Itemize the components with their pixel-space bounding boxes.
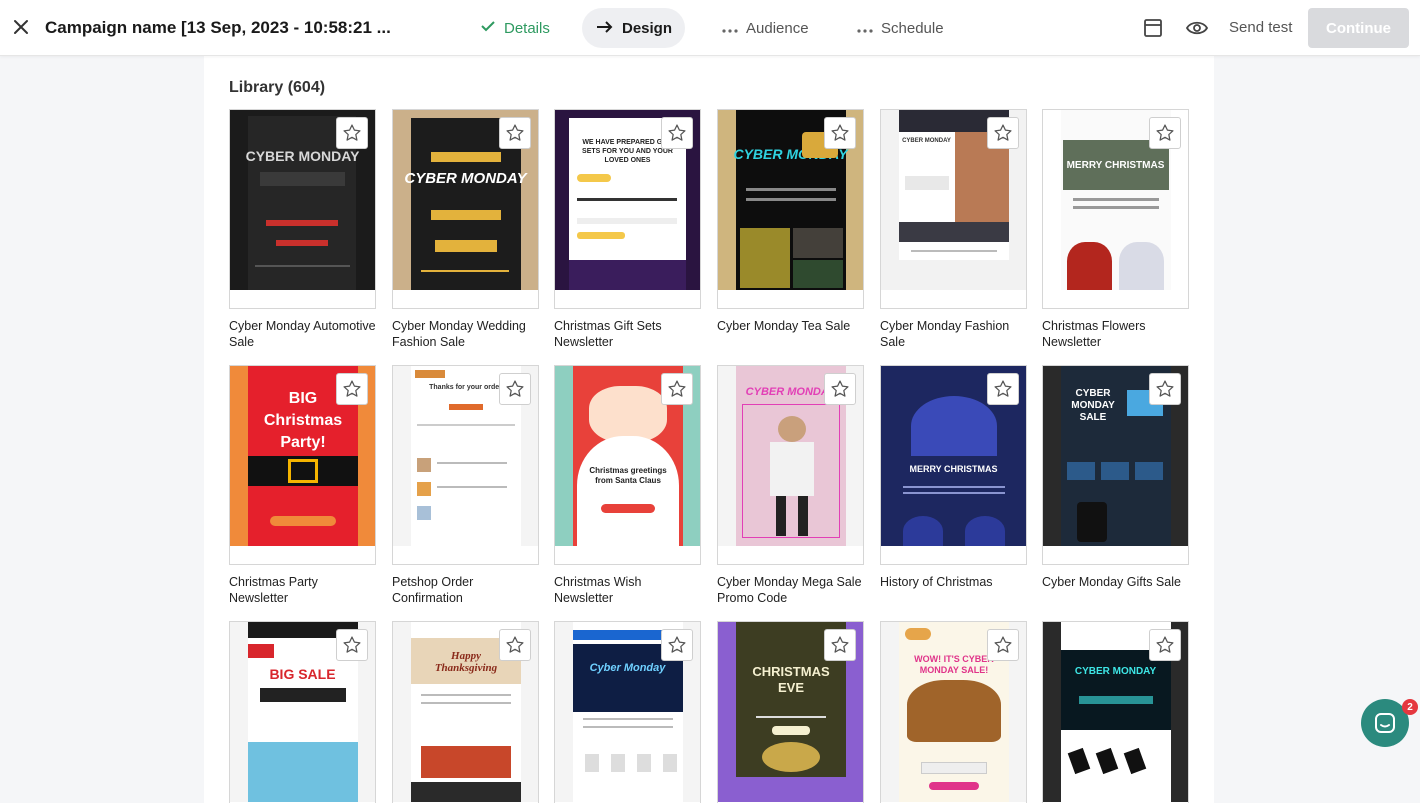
star-icon[interactable]: [336, 373, 368, 405]
star-icon[interactable]: [987, 629, 1019, 661]
star-icon[interactable]: [824, 373, 856, 405]
template-name[interactable]: Christmas Gift Sets Newsletter: [554, 318, 704, 350]
template-card[interactable]: CYBER MONDAY Cyber Monday Fashion Sale: [880, 109, 1027, 350]
template-card[interactable]: BIG Christmas Party! Christmas Party New…: [229, 365, 376, 606]
template-thumbnail[interactable]: CHRISTMAS EVE: [717, 621, 864, 803]
template-card[interactable]: CHRISTMAS EVE: [717, 621, 864, 803]
template-name[interactable]: Cyber Monday Fashion Sale: [880, 318, 1030, 350]
template-card[interactable]: Christmas greetings from Santa Claus Chr…: [554, 365, 701, 606]
star-icon[interactable]: [661, 629, 693, 661]
template-card[interactable]: Happy Thanksgiving: [392, 621, 539, 803]
template-card[interactable]: CYBER MONDAY Cyber Monday Tea Sale: [717, 109, 864, 334]
template-thumbnail[interactable]: Happy Thanksgiving: [392, 621, 539, 803]
continue-button[interactable]: Continue: [1308, 8, 1409, 48]
template-thumbnail[interactable]: BIG Christmas Party!: [229, 365, 376, 565]
preview-eye-icon[interactable]: [1186, 17, 1208, 39]
star-icon[interactable]: [499, 373, 531, 405]
template-name[interactable]: Christmas Flowers Newsletter: [1042, 318, 1192, 350]
template-thumbnail[interactable]: CYBER MONDAY: [229, 109, 376, 309]
template-card[interactable]: CYBER MONDAY Cyber Monday Automotive Sal…: [229, 109, 376, 350]
template-card[interactable]: BIG SALE: [229, 621, 376, 803]
template-card[interactable]: MERRY CHRISTMAS History of Christmas: [880, 365, 1027, 590]
more-dots-icon: [722, 20, 738, 37]
template-name[interactable]: Cyber Monday Wedding Fashion Sale: [392, 318, 542, 350]
template-name[interactable]: Christmas Party Newsletter: [229, 574, 379, 606]
template-library-panel: Library (604) CYBER MONDAY Cyber Monday …: [204, 56, 1214, 803]
star-icon[interactable]: [336, 117, 368, 149]
step-details[interactable]: Details: [466, 8, 564, 48]
template-name[interactable]: Christmas Wish Newsletter: [554, 574, 704, 606]
send-test-button[interactable]: Send test: [1229, 19, 1292, 36]
step-design-label: Design: [622, 19, 673, 37]
star-icon[interactable]: [1149, 117, 1181, 149]
step-design[interactable]: Design: [582, 8, 685, 48]
template-card[interactable]: CYBER MONDAY SALE Cyber Monday Gifts Sal…: [1042, 365, 1189, 590]
campaign-title[interactable]: Campaign name [13 Sep, 2023 - 10:58:21 .…: [45, 18, 391, 38]
template-card[interactable]: CYBER MONDAY Cyber Monday Mega Sale Prom…: [717, 365, 864, 606]
template-thumbnail[interactable]: CYBER MONDAY: [1042, 621, 1189, 803]
star-icon[interactable]: [1149, 629, 1181, 661]
template-thumbnail[interactable]: CYBER MONDAY: [392, 109, 539, 309]
star-icon[interactable]: [336, 629, 368, 661]
template-name[interactable]: Petshop Order Confirmation: [392, 574, 542, 606]
star-icon[interactable]: [499, 117, 531, 149]
template-name[interactable]: Cyber Monday Tea Sale: [717, 318, 867, 334]
template-name[interactable]: Cyber Monday Gifts Sale: [1042, 574, 1192, 590]
template-thumbnail[interactable]: MERRY CHRISTMAS: [880, 365, 1027, 565]
step-audience-label: Audience: [746, 19, 809, 37]
template-thumbnail[interactable]: CYBER MONDAY SALE: [1042, 365, 1189, 565]
step-audience[interactable]: Audience: [708, 8, 823, 48]
step-details-label: Details: [504, 19, 550, 37]
star-icon[interactable]: [824, 117, 856, 149]
template-thumbnail[interactable]: Christmas greetings from Santa Claus: [554, 365, 701, 565]
template-card[interactable]: Cyber Monday: [554, 621, 701, 803]
star-icon[interactable]: [987, 373, 1019, 405]
star-icon[interactable]: [499, 629, 531, 661]
template-card[interactable]: CYBER MONDAY Cyber Monday Wedding Fashio…: [392, 109, 539, 350]
template-name[interactable]: Cyber Monday Automotive Sale: [229, 318, 379, 350]
template-card[interactable]: MERRY CHRISTMAS Christmas Flowers Newsle…: [1042, 109, 1189, 350]
arrow-right-icon: [596, 20, 614, 37]
star-icon[interactable]: [824, 629, 856, 661]
template-thumbnail[interactable]: MERRY CHRISTMAS: [1042, 109, 1189, 309]
template-card[interactable]: WE HAVE PREPARED GIFT SETS FOR YOU AND Y…: [554, 109, 701, 350]
template-thumbnail[interactable]: WOW! IT'S CYBER MONDAY SALE!: [880, 621, 1027, 803]
template-thumbnail[interactable]: CYBER MONDAY: [717, 365, 864, 565]
template-thumbnail[interactable]: Thanks for your order: [392, 365, 539, 565]
template-thumbnail[interactable]: WE HAVE PREPARED GIFT SETS FOR YOU AND Y…: [554, 109, 701, 309]
star-icon[interactable]: [987, 117, 1019, 149]
template-thumbnail[interactable]: CYBER MONDAY: [880, 109, 1027, 309]
template-card[interactable]: CYBER MONDAY: [1042, 621, 1189, 803]
step-schedule-label: Schedule: [881, 19, 944, 37]
template-name[interactable]: Cyber Monday Mega Sale Promo Code: [717, 574, 867, 606]
step-schedule[interactable]: Schedule: [843, 8, 958, 48]
template-name[interactable]: History of Christmas: [880, 574, 1030, 590]
star-icon[interactable]: [661, 117, 693, 149]
star-icon[interactable]: [1149, 373, 1181, 405]
star-icon[interactable]: [661, 373, 693, 405]
library-heading: Library (604): [229, 79, 326, 96]
more-dots-icon: [857, 20, 873, 37]
layout-icon[interactable]: [1142, 17, 1164, 39]
template-thumbnail[interactable]: Cyber Monday: [554, 621, 701, 803]
template-card[interactable]: WOW! IT'S CYBER MONDAY SALE!: [880, 621, 1027, 803]
template-thumbnail[interactable]: CYBER MONDAY: [717, 109, 864, 309]
top-bar: Campaign name [13 Sep, 2023 - 10:58:21 .…: [0, 0, 1420, 56]
template-card[interactable]: Thanks for your order Petshop Order Conf…: [392, 365, 539, 606]
chat-notification-badge: 2: [1402, 699, 1418, 715]
template-thumbnail[interactable]: BIG SALE: [229, 621, 376, 803]
close-icon[interactable]: [10, 16, 32, 38]
check-icon: [480, 19, 496, 37]
